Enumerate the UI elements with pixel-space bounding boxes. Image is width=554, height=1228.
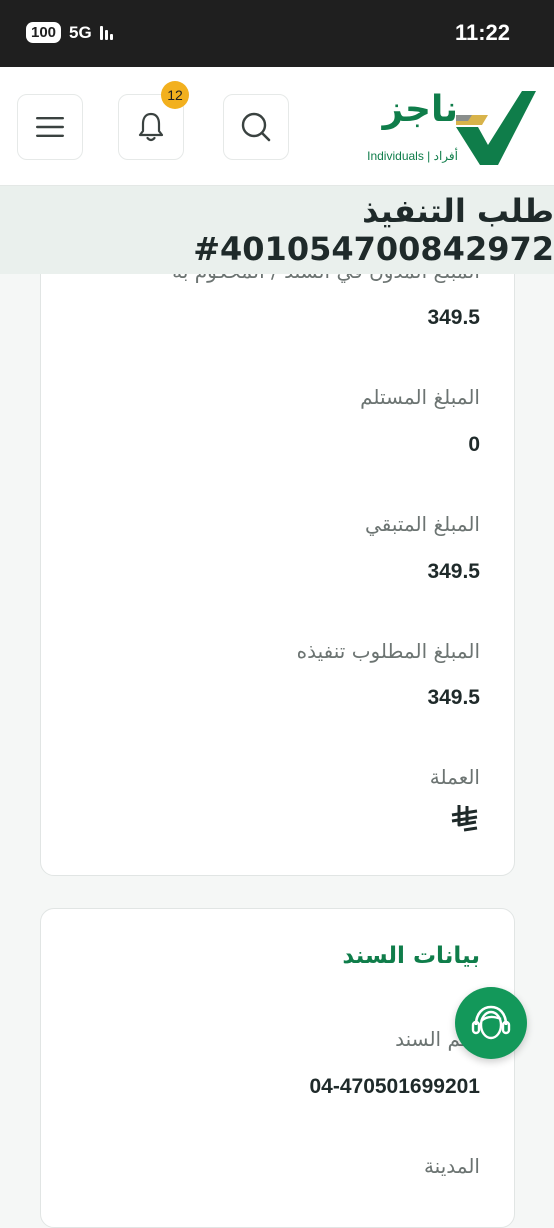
bond-section-title: بيانات السند	[342, 943, 480, 969]
logo-subtitle: Individuals | أفراد	[367, 149, 458, 163]
battery-indicator: 100	[26, 22, 62, 43]
najiz-logo[interactable]: ناجز Individuals | أفراد	[360, 89, 536, 167]
najiz-check-mark-icon	[456, 91, 536, 165]
received-amount-label: المبلغ المستلم	[360, 385, 480, 409]
app-header: 12 ناجز Individuals | أفراد	[0, 67, 554, 186]
bell-icon	[138, 112, 164, 142]
customer-support-icon	[471, 1005, 511, 1040]
search-button[interactable]	[223, 94, 289, 160]
required-amount-value: 349.5	[427, 686, 480, 709]
city-label: المدينة	[423, 1154, 480, 1178]
network-type: 5G	[69, 22, 92, 42]
hamburger-icon	[36, 117, 64, 137]
required-amount-label: المبلغ المطلوب تنفيذه	[296, 639, 480, 663]
amounts-card: المبلغ المدون في السند / المحكوم به 349.…	[40, 220, 515, 876]
clock: 11:22	[454, 20, 510, 45]
remaining-amount-label: المبلغ المتبقي	[365, 512, 480, 536]
logo-wordmark: ناجز	[382, 89, 458, 130]
claimed-amount-value: 349.5	[427, 306, 480, 329]
menu-button[interactable]	[17, 94, 83, 160]
received-amount-value: 0	[468, 433, 480, 456]
signal-icon	[99, 25, 113, 40]
notification-badge: 12	[161, 81, 189, 109]
status-indicators: 100 5G	[26, 22, 113, 43]
search-icon	[241, 112, 271, 142]
support-chat-button[interactable]	[455, 987, 527, 1059]
saudi-riyal-icon	[451, 805, 478, 832]
currency-label: العملة	[429, 765, 480, 789]
page-title: طلب التنفيذ 401054700842972#	[193, 192, 554, 268]
status-bar: 100 5G 11:22	[0, 0, 554, 67]
page-title-bar: طلب التنفيذ 401054700842972#	[0, 186, 554, 274]
bond-number-value: 04-470501699201	[309, 1075, 480, 1098]
notifications-button[interactable]: 12	[118, 81, 189, 160]
remaining-amount-value: 349.5	[427, 560, 480, 583]
bond-details-card: بيانات السند رقم السند 04-470501699201 ا…	[40, 908, 515, 1228]
